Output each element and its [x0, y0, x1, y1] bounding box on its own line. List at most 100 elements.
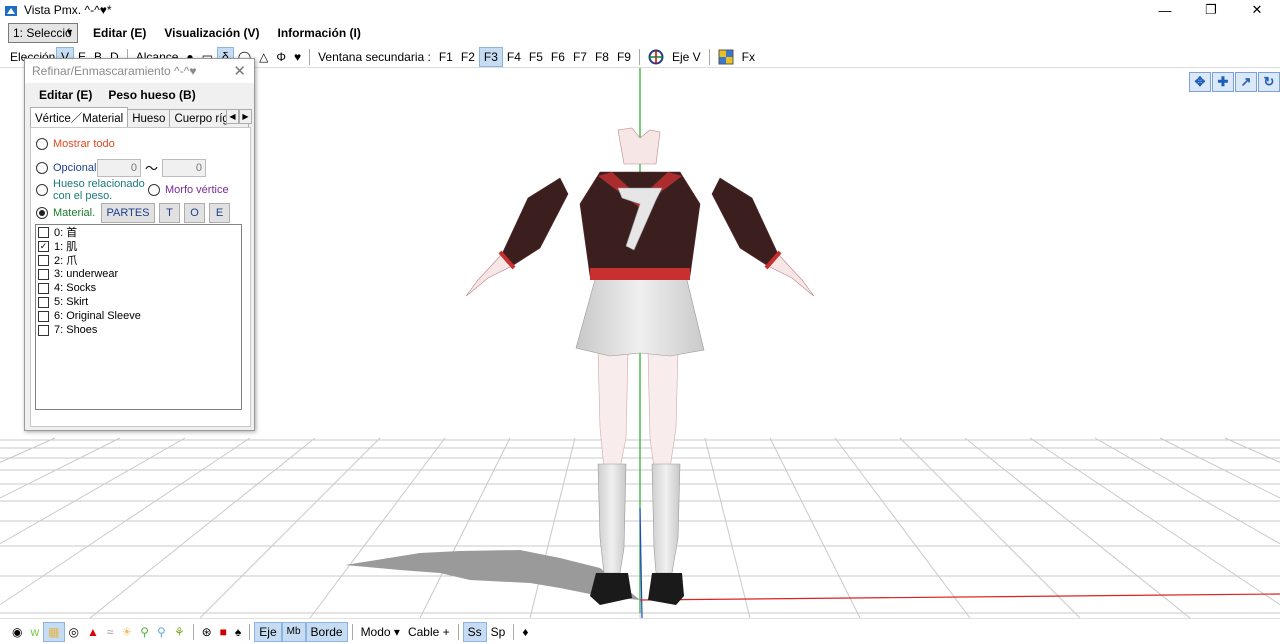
mode-dropdown[interactable]: Modo ▾ [357, 622, 404, 642]
chevron-down-icon: ▼ [65, 27, 74, 37]
color-square-icon[interactable]: ■ [216, 622, 231, 642]
material-option[interactable]: Material. PARTES T O E [36, 203, 230, 223]
menu-edit[interactable]: Editar (E) [84, 26, 155, 40]
t-button[interactable]: T [159, 203, 180, 223]
menu-view[interactable]: Visualización (V) [155, 26, 268, 40]
sphere-icon[interactable]: ⊛ [198, 622, 216, 642]
target-icon[interactable]: ◎ [65, 622, 83, 642]
f8-button[interactable]: F8 [591, 47, 613, 67]
grass-icon[interactable]: ᴡ [26, 622, 43, 642]
material-label: 3: underwear [54, 268, 119, 280]
bone-related-line2: con el peso. [53, 190, 113, 202]
rotate-view-icon[interactable]: ↻ [1258, 72, 1280, 92]
ss-toggle-button[interactable]: Ss [462, 621, 487, 642]
material-checkbox[interactable] [38, 282, 49, 294]
axis-view-icon[interactable] [644, 47, 668, 67]
material-checkbox[interactable] [38, 296, 49, 308]
pan-view-icon[interactable]: ✚ [1212, 72, 1234, 92]
range-tilde: ～ [145, 161, 159, 176]
f4-button[interactable]: F4 [503, 47, 525, 67]
list-item[interactable]: 2: 爪 [36, 253, 241, 267]
menu-info[interactable]: Información (I) [268, 26, 369, 40]
tab-bone[interactable]: Hueso [127, 109, 171, 127]
bone-related-option[interactable]: Hueso relacionado con el peso. [36, 178, 145, 202]
f1-button[interactable]: F1 [435, 47, 457, 67]
tab-scroll-right-icon[interactable]: ▶ [239, 109, 252, 124]
show-all-option[interactable]: Mostrar todo [36, 138, 115, 150]
material-checkbox[interactable] [38, 254, 49, 266]
triangle-shape-icon[interactable]: △ [255, 47, 272, 67]
grid-display-icon[interactable]: ▦ [43, 621, 65, 642]
sp-toggle-button[interactable]: Sp [487, 622, 510, 642]
range-to-input[interactable]: 0 [162, 158, 207, 177]
optional-option[interactable]: Opcional 0 ～ 0 [36, 158, 207, 177]
tab-vertex-material[interactable]: Vértice／Material [30, 107, 129, 127]
material-checkbox[interactable] [38, 268, 49, 280]
range-from-input[interactable]: 0 [97, 158, 141, 177]
fx-button[interactable]: Fx [738, 47, 759, 67]
grid-view-icon[interactable] [714, 47, 738, 67]
bone-related-line1: Hueso relacionado [53, 178, 145, 190]
f5-button[interactable]: F5 [525, 47, 547, 67]
material-label: 7: Shoes [54, 324, 98, 336]
list-item[interactable]: 7: Shoes [36, 323, 241, 337]
panel-menu-bone-weight[interactable]: Peso hueso (B) [100, 88, 203, 102]
material-checkbox[interactable]: ✓ [38, 240, 49, 252]
tab-scroll-left-icon[interactable]: ◀ [226, 109, 239, 124]
refine-mask-panel: Refinar/Enmascaramiento ^-^♥ ✕ Editar (E… [24, 58, 255, 431]
panel-menu-edit[interactable]: Editar (E) [31, 88, 100, 102]
close-button[interactable]: ✕ [1234, 0, 1280, 20]
vertex-morph-option[interactable]: Morfo vértice [148, 184, 229, 196]
minimize-button[interactable]: — [1142, 0, 1188, 20]
material-checkbox[interactable] [38, 324, 49, 336]
move-view-icon[interactable]: ✥ [1189, 72, 1211, 92]
wave-icon[interactable]: ≈ [103, 622, 118, 642]
o-button[interactable]: O [184, 203, 205, 223]
list-item[interactable]: 4: Socks [36, 281, 241, 295]
material-list[interactable]: 0: 首 ✓ 1: 肌 2: 爪 3: underwear 4: Socks 5:… [35, 224, 242, 410]
list-item[interactable]: 3: underwear [36, 267, 241, 281]
panel-close-icon[interactable]: ✕ [233, 62, 246, 80]
bone-related-label: Hueso relacionado con el peso. [53, 178, 145, 202]
border-toggle-button[interactable]: Borde [305, 621, 348, 642]
axis-toggle-button[interactable]: Eje [254, 621, 282, 642]
f6-button[interactable]: F6 [547, 47, 569, 67]
list-item[interactable]: 6: Original Sleeve [36, 309, 241, 323]
f3-button[interactable]: F3 [478, 46, 503, 67]
vertex-morph-radio[interactable] [148, 184, 160, 196]
material-radio[interactable] [36, 207, 48, 219]
f9-button[interactable]: F9 [613, 47, 635, 67]
spade-icon[interactable]: ♠ [231, 622, 245, 642]
list-item[interactable]: 0: 首 [36, 225, 241, 239]
list-item[interactable]: 5: Skirt [36, 295, 241, 309]
parts-button[interactable]: PARTES [101, 203, 155, 223]
panel-title-bar[interactable]: Refinar/Enmascaramiento ^-^♥ ✕ [25, 59, 254, 83]
bone-green-icon[interactable]: ⚲ [136, 622, 153, 642]
show-all-radio[interactable] [36, 138, 48, 150]
selection-mode-select[interactable]: 1: Selecció ▼ [8, 23, 78, 43]
diamond-icon[interactable]: ♦ [518, 622, 532, 642]
bone-cyan-icon[interactable]: ⚲ [153, 622, 170, 642]
mb-toggle-button[interactable]: Mb [281, 621, 306, 642]
list-item[interactable]: ✓ 1: 肌 [36, 239, 241, 253]
restore-button[interactable]: ❐ [1188, 0, 1234, 20]
axis-v-button[interactable]: Eje V [668, 47, 705, 67]
material-checkbox[interactable] [38, 310, 49, 322]
material-checkbox[interactable] [38, 226, 49, 238]
menu-bar: 1: Selecció ▼ Editar (E) Visualización (… [0, 20, 1280, 46]
wire-dropdown[interactable]: Cable + [404, 622, 454, 642]
zoom-view-icon[interactable]: ↗ [1235, 72, 1257, 92]
sun-icon[interactable]: ☀ [117, 622, 136, 642]
f2-button[interactable]: F2 [457, 47, 479, 67]
optional-radio[interactable] [36, 161, 48, 174]
heart-icon[interactable]: ♥ [290, 47, 305, 67]
window-title: Vista Pmx. ^-^♥* [24, 3, 112, 17]
vertex-display-icon[interactable]: ◉ [8, 622, 26, 642]
triangle-red-icon[interactable]: ▲ [83, 622, 103, 642]
f7-button[interactable]: F7 [569, 47, 591, 67]
weight-icon[interactable]: ⚘ [170, 622, 189, 642]
bone-related-radio[interactable] [36, 184, 48, 196]
phi-button[interactable]: Φ [272, 47, 290, 67]
title-bar: Vista Pmx. ^-^♥* — ❐ ✕ [0, 0, 1280, 20]
e-button[interactable]: E [209, 203, 230, 223]
